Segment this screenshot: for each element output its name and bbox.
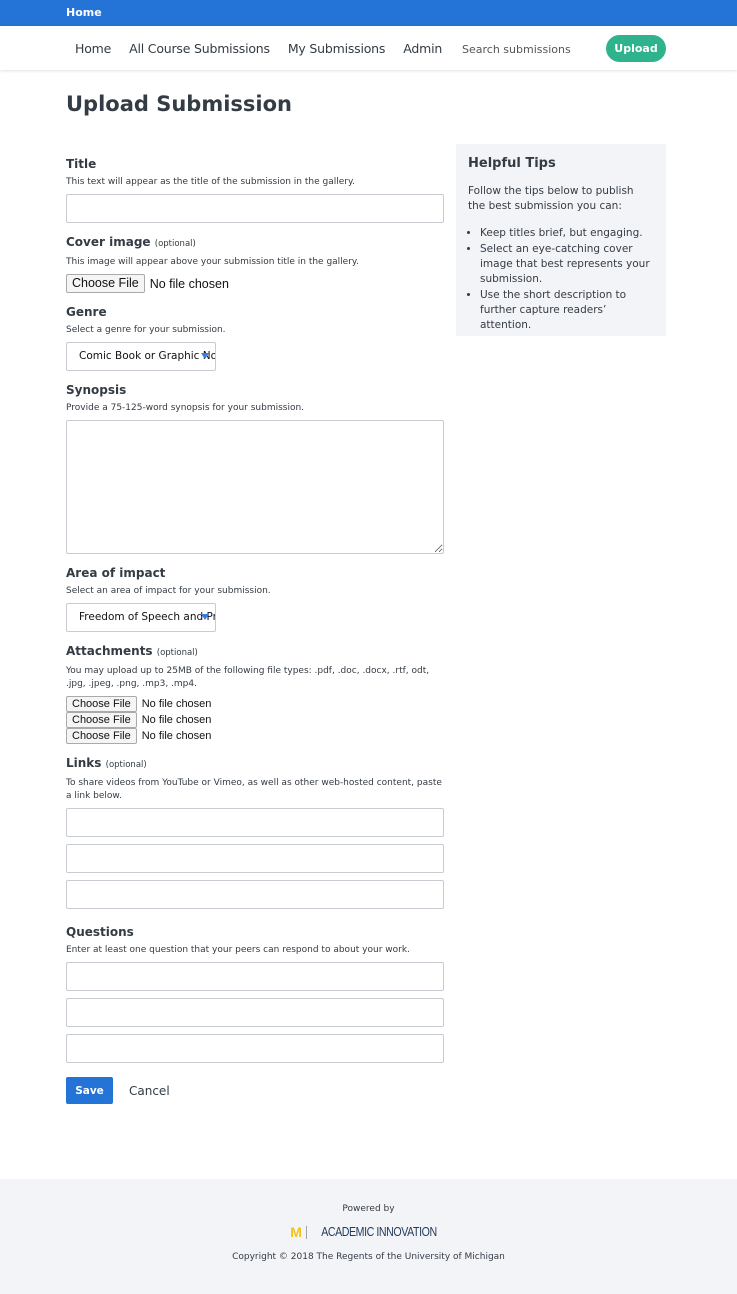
tip-item: Select an eye-catching cover image that … [480,242,654,287]
synopsis-label: Synopsis [66,383,127,397]
genre-section: Genre Select a genre for your submission… [66,303,444,371]
synopsis-textarea[interactable] [66,420,444,554]
attachment-file-status: No file chosen [141,714,212,726]
cover-image-label: Cover image (optional) [66,233,444,253]
nav-home[interactable]: Home [75,41,111,56]
title-input[interactable] [66,194,444,223]
optional-tag: (optional) [156,648,198,658]
main-nav: Home All Course Submissions My Submissio… [0,26,737,70]
logo-text: ACADEMIC INNOVATION [321,1225,437,1239]
link-input[interactable] [66,880,444,909]
top-home-link[interactable]: Home [66,6,102,19]
cover-image-section: Cover image (optional) This image will a… [66,233,444,293]
tips-intro: Follow the tips below to publish the bes… [468,185,634,212]
top-bar: Home [0,0,737,26]
area-of-impact-selected-value: Freedom of Speech and Press [79,611,216,623]
chevron-down-icon [201,353,209,359]
questions-label: Questions [66,925,134,939]
link-input[interactable] [66,808,444,837]
nav-admin[interactable]: Admin [403,41,442,56]
logo-divider [305,1225,307,1239]
cover-image-choose-file-button[interactable]: Choose File [66,274,145,293]
question-input[interactable] [66,962,444,991]
copyright-text: Copyright © 2018 The Regents of the Univ… [232,1252,505,1262]
genre-help: Select a genre for your submission. [66,325,226,335]
links-label-text: Links [66,756,102,770]
attachments-help: You may upload up to 25MB of the followi… [66,666,430,689]
optional-tag: (optional) [105,760,147,770]
attachment-choose-file-button[interactable]: Choose File [66,712,137,728]
tips-list: Keep titles brief, but engaging. Select … [468,226,654,333]
genre-label: Genre [66,305,107,319]
page-title: Upload Submission [66,92,292,116]
cover-image-file-input: Choose File No file chosen [66,274,444,293]
link-input[interactable] [66,844,444,873]
attachment-choose-file-button[interactable]: Choose File [66,728,137,744]
title-help: This text will appear as the title of th… [66,177,355,187]
upload-form: Title This text will appear as the title… [66,155,444,1104]
area-of-impact-help: Select an area of impact for your submis… [66,586,271,596]
area-of-impact-section: Area of impact Select an area of impact … [66,564,444,632]
search-input[interactable] [456,38,586,60]
cover-image-file-status: No file chosen [149,276,229,291]
nav-links: Home All Course Submissions My Submissio… [75,26,460,70]
cover-image-label-text: Cover image [66,235,151,249]
attachments-label: Attachments (optional) [66,642,444,662]
area-of-impact-select[interactable]: Freedom of Speech and Press [66,603,216,632]
powered-by-text: Powered by [342,1204,395,1214]
attachment-file-input: Choose File No file chosen [66,712,444,728]
attachment-file-status: No file chosen [141,698,212,710]
chevron-down-icon [201,614,209,620]
footer: Powered by M ACADEMIC INNOVATION Copyrig… [0,1179,737,1294]
question-input[interactable] [66,1034,444,1063]
academic-innovation-logo[interactable]: M ACADEMIC INNOVATION [0,1224,737,1240]
attachment-file-input: Choose File No file chosen [66,696,444,712]
form-actions: Save Cancel [66,1077,444,1104]
nav-all-course-submissions[interactable]: All Course Submissions [129,41,270,56]
title-section: Title This text will appear as the title… [66,155,444,223]
title-label: Title [66,157,97,171]
links-help: To share videos from YouTube or Vimeo, a… [66,778,442,801]
area-of-impact-label: Area of impact [66,566,166,580]
genre-select[interactable]: Comic Book or Graphic Novel [66,342,216,371]
synopsis-help: Provide a 75-125-word synopsis for your … [66,403,305,413]
links-section: Links (optional) To share videos from Yo… [66,754,444,909]
synopsis-section: Synopsis Provide a 75-125-word synopsis … [66,381,444,554]
cancel-link[interactable]: Cancel [129,1084,170,1098]
helpful-tips-panel: Helpful Tips Follow the tips below to pu… [456,144,666,336]
nav-my-submissions[interactable]: My Submissions [288,41,386,56]
upload-button[interactable]: Upload [606,35,666,62]
genre-selected-value: Comic Book or Graphic Novel [79,350,216,362]
attachment-file-input: Choose File No file chosen [66,728,444,744]
attachments-section: Attachments (optional) You may upload up… [66,642,444,744]
attachment-file-status: No file chosen [141,730,212,742]
questions-help: Enter at least one question that your pe… [66,945,410,955]
michigan-block-m-icon: M [290,1224,302,1240]
attachment-choose-file-button[interactable]: Choose File [66,696,137,712]
question-input[interactable] [66,998,444,1027]
links-label: Links (optional) [66,754,444,774]
save-button[interactable]: Save [66,1077,113,1104]
attachments-label-text: Attachments [66,644,153,658]
optional-tag: (optional) [154,239,196,249]
tip-item: Use the short description to further cap… [480,288,654,333]
tips-heading: Helpful Tips [468,156,556,171]
tip-item: Keep titles brief, but engaging. [480,226,654,241]
questions-section: Questions Enter at least one question th… [66,923,444,1063]
cover-image-help: This image will appear above your submis… [66,257,359,267]
